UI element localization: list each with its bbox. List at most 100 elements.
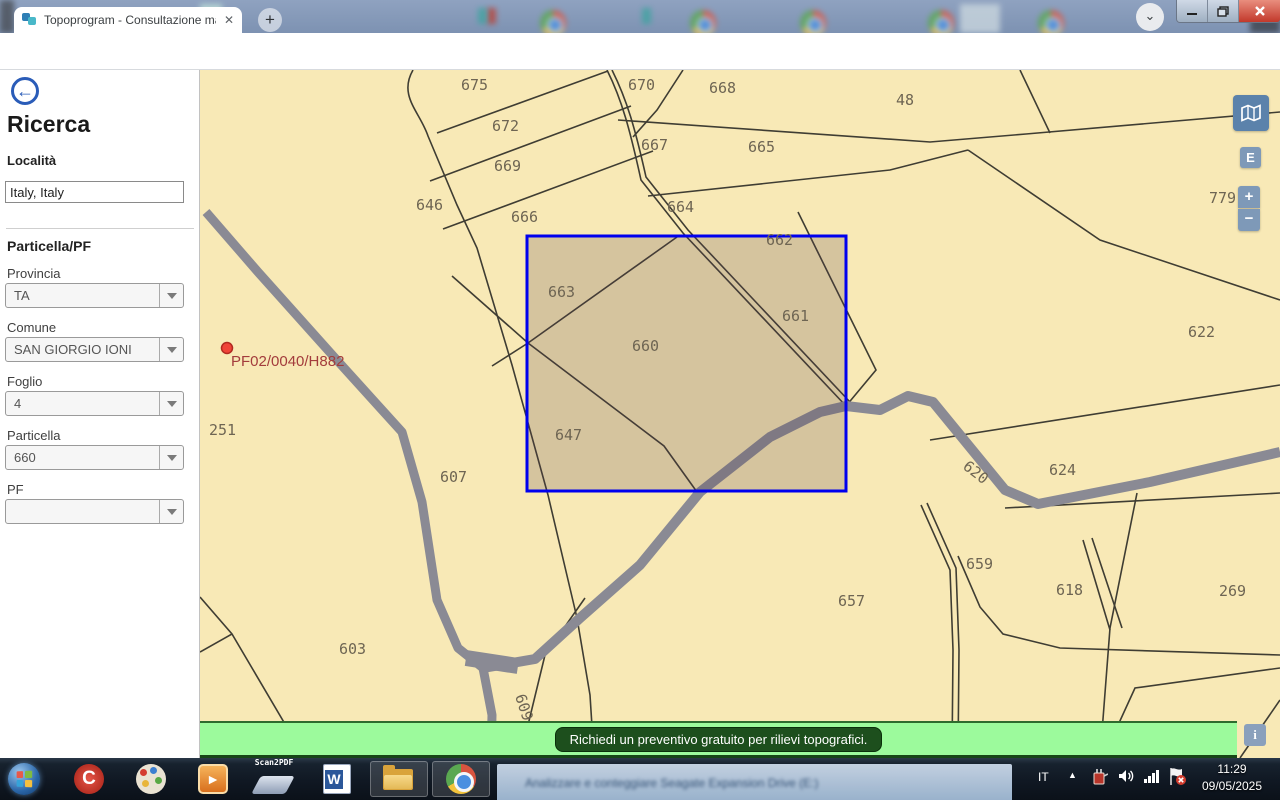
parcel-label: 665 [748,138,775,156]
promo-banner-text[interactable]: Richiedi un preventivo gratuito per rili… [555,727,883,752]
action-center-flag-icon[interactable] [1168,767,1188,789]
new-tab-button[interactable]: + [258,8,282,32]
pf-label: PF [7,482,24,497]
parcel-label: 668 [709,79,736,97]
taskbar-tooltip-blur: Analizzare e conteggiare Seagate Expansi… [497,764,1012,800]
foglio-label: Foglio [7,374,42,389]
zoom-in-button[interactable]: + [1238,186,1260,208]
start-button[interactable] [8,763,40,795]
info-button[interactable]: i [1244,724,1266,746]
desktop-icon-blur [487,8,496,24]
parcel-label: 646 [416,196,443,214]
map-layers-button[interactable] [1233,95,1269,131]
taskbar-item-explorer[interactable] [370,761,428,797]
cadastral-map[interactable]: 6756726696666466706686676656646624877966… [200,70,1280,758]
parcel-label: 779 [1209,189,1236,207]
parcel-label: 624 [1049,461,1076,479]
chevron-down-icon[interactable] [159,500,183,523]
speaker-icon[interactable] [1118,768,1136,787]
comune-select[interactable]: SAN GIORGIO IONICO [5,337,184,362]
page-content: ← Ricerca Località Particella/PF Provinc… [0,70,1280,758]
taskbar-item-chrome[interactable] [432,761,490,797]
tab-favicon-icon [22,13,36,27]
desktop-chrome-logo-blur [1038,10,1064,33]
desktop-chrome-logo-blur [690,10,716,33]
parcel-label: 609 [511,692,536,723]
pf-marker-label: PF02/0040/H882 [231,353,344,370]
paint-icon [136,764,166,794]
particella-label: Particella [7,428,60,443]
pf-marker-dot[interactable] [222,343,233,354]
word-icon: W [323,764,351,794]
tooltip-text: Analizzare e conteggiare Seagate Expansi… [525,776,819,790]
parcel-label: 603 [339,640,366,658]
language-indicator[interactable]: IT [1038,770,1049,784]
pf-select[interactable] [5,499,184,524]
tab-search-chevron-icon[interactable]: ⌄ [1136,3,1164,31]
parcel-label: 672 [492,117,519,135]
sidebar-title: Ricerca [7,111,90,138]
parcel-label: 251 [209,421,236,439]
network-signal-icon[interactable] [1144,769,1162,786]
parcel-label: 622 [1188,323,1215,341]
zoom-out-button[interactable]: − [1238,209,1260,231]
chevron-down-icon[interactable] [159,446,183,469]
parcel-label: 647 [555,426,582,444]
close-button[interactable] [1239,0,1280,22]
desktop-blur-shape [960,4,1000,33]
desktop-chrome-logo-blur [928,10,954,33]
parcel-label: 618 [1056,581,1083,599]
desktop-icon-blur [642,8,651,24]
browser-tab[interactable]: Topoprogram - Consultazione ma ✕ [14,7,242,33]
taskbar-item-paint[interactable] [122,761,180,797]
parcel-label: 664 [667,198,694,216]
desktop-chrome-logo-blur [540,10,566,33]
tray-clock[interactable]: 11:29 09/05/2025 [1190,761,1274,795]
localita-input[interactable] [5,181,184,203]
parcel-label: 669 [494,157,521,175]
desktop-chrome-logo-blur [800,10,826,33]
sidebar-divider [6,228,194,229]
taskbar-item-scan2pdf[interactable] [244,767,302,803]
ccleaner-icon: C [74,764,104,794]
browser-toolbar: ← → ⟳ mappeweb.it/mappe/index.php ☆ M ⋮ [0,33,1280,70]
tray-chevron-icon[interactable]: ▲ [1068,770,1077,780]
taskbar-item-ccleaner[interactable]: C [60,761,118,797]
parcel-label: 663 [548,283,575,301]
particella-select[interactable]: 660 [5,445,184,470]
cadastral-map-svg: 6756726696666466706686676656646624877966… [200,70,1280,758]
scanner-icon [251,776,295,794]
provincia-value: TA [6,288,30,303]
export-button[interactable]: E [1240,147,1261,168]
localita-label: Località [7,153,56,168]
chevron-down-icon[interactable] [159,392,183,415]
chevron-down-icon[interactable] [159,284,183,307]
parcel-label: 607 [440,468,467,486]
taskbar-item-media-player[interactable]: ► [184,761,242,797]
comune-value: SAN GIORGIO IONICO [6,342,132,357]
taskbar-item-word[interactable]: W [308,761,366,797]
parcel-label: 675 [461,76,488,94]
particella-value: 660 [6,450,36,465]
parcel-label: 269 [1219,582,1246,600]
chevron-down-icon[interactable] [159,338,183,361]
desktop-icon-blur [478,8,487,24]
promo-banner: Richiedi un preventivo gratuito per rili… [200,721,1237,758]
tab-close-icon[interactable]: ✕ [224,14,234,26]
parcel-label: 666 [511,208,538,226]
parcel-label: 659 [966,555,993,573]
chrome-icon [446,764,476,794]
windows-taskbar: C ► Scan2PDF W Analizzare e conteggiare … [0,758,1280,800]
provincia-select[interactable]: TA [5,283,184,308]
back-circle-button[interactable]: ← [11,77,39,105]
power-plug-icon[interactable] [1092,768,1108,789]
restore-button[interactable] [1208,0,1239,22]
window-controls [1176,0,1280,23]
parcel-selection-rectangle[interactable] [527,236,846,491]
foglio-select[interactable]: 4 [5,391,184,416]
desktop-blur-shape [0,0,14,33]
comune-label: Comune [7,320,56,335]
search-sidebar: ← Ricerca Località Particella/PF Provinc… [0,70,200,758]
minimize-button[interactable] [1177,0,1208,22]
parcel-label: 661 [782,307,809,325]
